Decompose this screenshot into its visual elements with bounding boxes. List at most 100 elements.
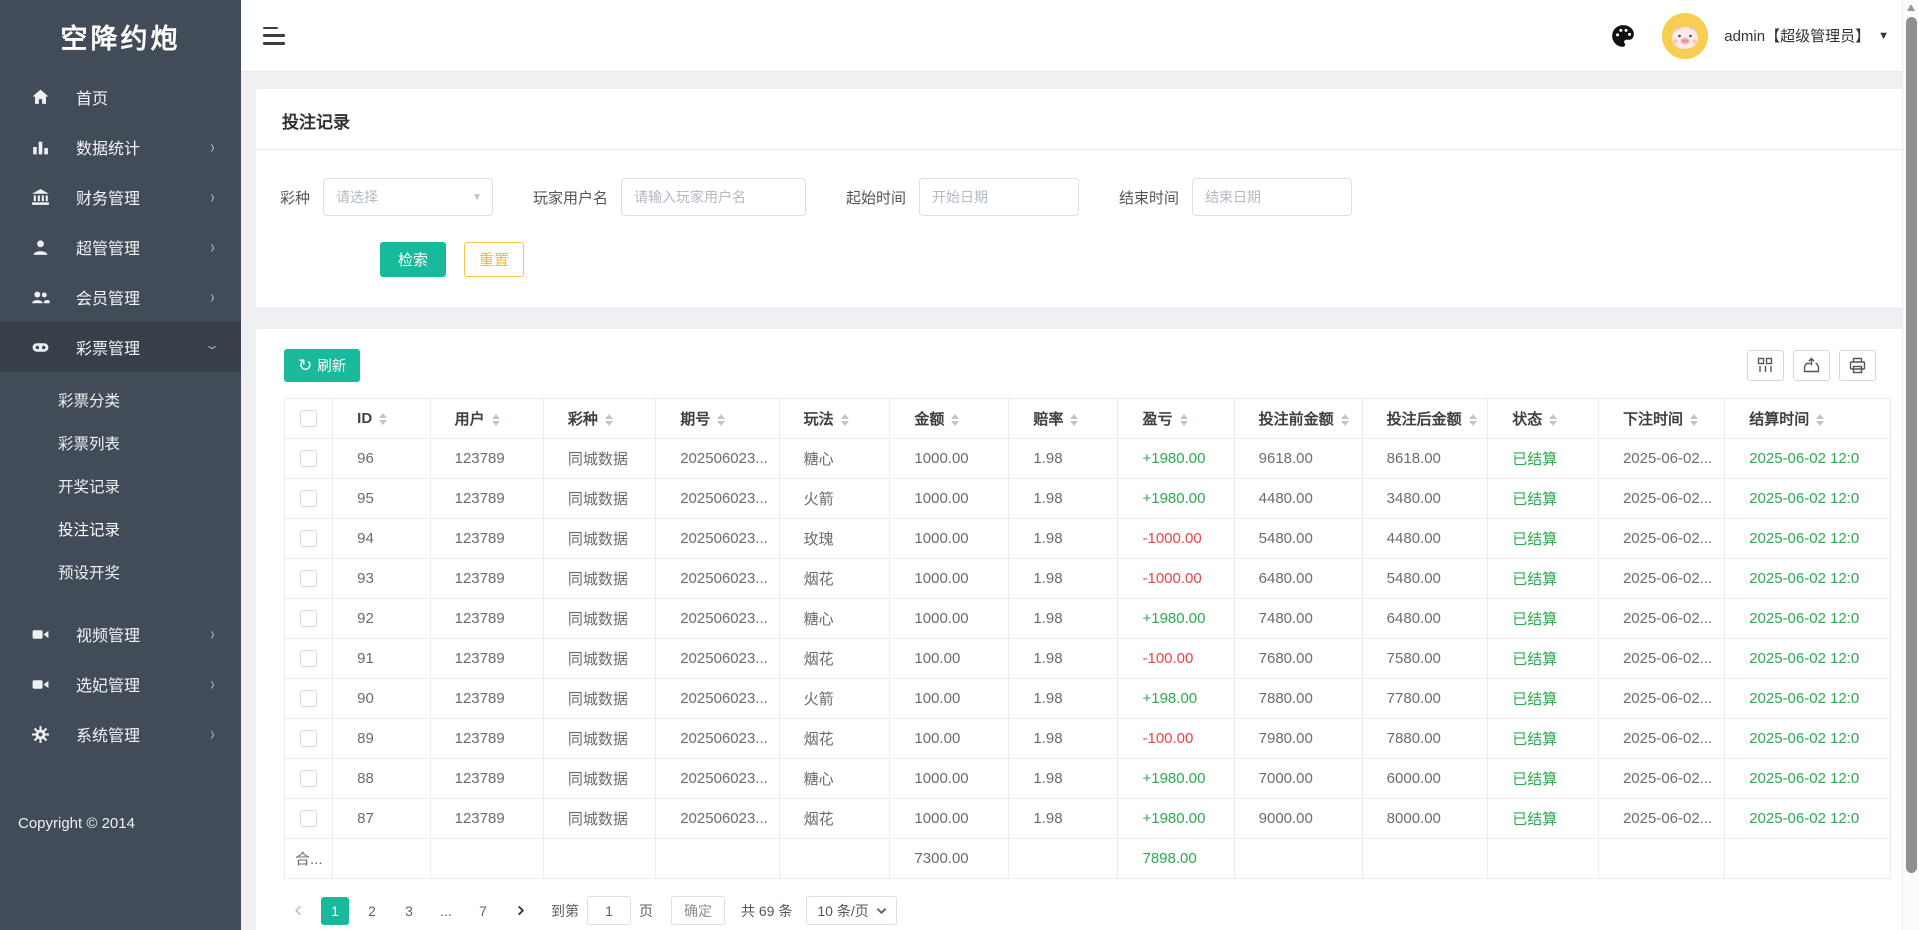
sidebar-item-首页[interactable]: 首页 bbox=[0, 72, 241, 122]
sort-icon[interactable] bbox=[840, 413, 849, 427]
cell-status: 已结算 bbox=[1487, 718, 1599, 759]
cell-odds: 1.98 bbox=[1008, 758, 1119, 799]
columns-toggle-button[interactable] bbox=[1747, 350, 1784, 381]
refresh-button[interactable]: ↻ 刷新 bbox=[284, 349, 361, 382]
column-header-用户[interactable]: 用户 bbox=[430, 398, 544, 439]
column-header-ID[interactable]: ID bbox=[332, 398, 431, 439]
cell-profit: +1980.00 bbox=[1117, 438, 1235, 479]
sidebar-item-彩票管理[interactable]: 彩票管理 › bbox=[0, 322, 241, 372]
menu-toggle-icon[interactable] bbox=[263, 26, 287, 45]
page-button-3[interactable]: 3 bbox=[395, 896, 423, 925]
row-checkbox[interactable] bbox=[300, 690, 318, 708]
cell-status: 已结算 bbox=[1487, 478, 1599, 519]
cell-profit: -1000.00 bbox=[1117, 558, 1235, 599]
search-button[interactable]: 检索 bbox=[380, 242, 446, 277]
goto-confirm-button[interactable]: 确定 bbox=[671, 896, 725, 925]
sort-icon[interactable] bbox=[951, 413, 960, 427]
sidebar-item-数据统计[interactable]: 数据统计 › bbox=[0, 122, 241, 172]
scroll-up-arrow-icon[interactable] bbox=[1907, 4, 1915, 11]
column-header-投注前金额[interactable]: 投注前金额 bbox=[1234, 398, 1363, 439]
sidebar-item-视频管理[interactable]: 视频管理 › bbox=[0, 609, 241, 659]
cell-amount: 1000.00 bbox=[889, 518, 1010, 559]
filter-row: 彩种 请选择 ▼ 玩家用户名 起始时间 bbox=[256, 150, 1904, 216]
start-date-input[interactable] bbox=[919, 178, 1080, 216]
sort-icon[interactable] bbox=[491, 413, 500, 427]
cell-settle_time: 2025-06-02 12:0 bbox=[1724, 758, 1891, 799]
column-header-结算时间[interactable]: 结算时间 bbox=[1724, 398, 1891, 439]
sort-icon[interactable] bbox=[1549, 413, 1558, 427]
cell-id: 91 bbox=[332, 638, 431, 679]
sort-icon[interactable] bbox=[1468, 413, 1477, 427]
table-row-87: 87 123789 同城数据 202506023... 烟花 1000.00 1.98 +19… bbox=[284, 798, 1891, 839]
scrollbar-thumb[interactable] bbox=[1905, 17, 1917, 873]
column-header-彩种[interactable]: 彩种 bbox=[543, 398, 657, 439]
column-header-盈亏[interactable]: 盈亏 bbox=[1117, 398, 1235, 439]
sidebar-item-选妃管理[interactable]: 选妃管理 › bbox=[0, 659, 241, 709]
column-header-下注时间[interactable]: 下注时间 bbox=[1598, 398, 1726, 439]
theme-palette-icon[interactable] bbox=[1610, 23, 1636, 49]
select-all-checkbox[interactable] bbox=[300, 410, 318, 428]
sort-icon[interactable] bbox=[379, 412, 388, 426]
total-label: 合... bbox=[284, 838, 334, 879]
username-input[interactable] bbox=[621, 178, 807, 216]
sidebar-subitem-开奖记录[interactable]: 开奖记录 bbox=[0, 466, 241, 509]
row-checkbox[interactable] bbox=[300, 570, 318, 588]
end-date-input[interactable] bbox=[1192, 178, 1353, 216]
user-menu[interactable]: admin【超级管理员】 ▼ bbox=[1724, 25, 1889, 46]
row-checkbox[interactable] bbox=[300, 490, 318, 508]
sidebar-item-系统管理[interactable]: 系统管理 › bbox=[0, 709, 241, 759]
sidebar-subitem-投注记录[interactable]: 投注记录 bbox=[0, 509, 241, 552]
column-header-金额[interactable]: 金额 bbox=[889, 398, 1010, 439]
export-button[interactable] bbox=[1793, 350, 1830, 381]
sidebar-item-超管管理[interactable]: 超管管理 › bbox=[0, 222, 241, 272]
page-scrollbar[interactable] bbox=[1902, 0, 1919, 930]
export-icon bbox=[1803, 357, 1820, 373]
sort-icon[interactable] bbox=[1070, 413, 1079, 427]
next-page-button[interactable] bbox=[506, 896, 534, 925]
sort-icon[interactable] bbox=[1689, 413, 1698, 427]
cell-lottery: 同城数据 bbox=[543, 598, 657, 639]
row-checkbox[interactable] bbox=[300, 730, 318, 748]
row-checkbox[interactable] bbox=[300, 650, 318, 668]
page-size-select[interactable]: 10 条/页 bbox=[806, 896, 897, 925]
sidebar-subitem-预设开奖[interactable]: 预设开奖 bbox=[0, 552, 241, 595]
goto-page-input[interactable] bbox=[587, 896, 631, 925]
row-checkbox[interactable] bbox=[300, 450, 318, 468]
row-checkbox[interactable] bbox=[300, 610, 318, 628]
total-empty-cell bbox=[1487, 838, 1599, 879]
sidebar-subitem-彩票列表[interactable]: 彩票列表 bbox=[0, 423, 241, 466]
column-header-期号[interactable]: 期号 bbox=[655, 398, 780, 439]
sort-icon[interactable] bbox=[1816, 413, 1825, 427]
column-header-状态[interactable]: 状态 bbox=[1487, 398, 1599, 439]
sort-icon[interactable] bbox=[1340, 413, 1349, 427]
page-button-7[interactable]: 7 bbox=[469, 896, 497, 925]
cell-amount: 100.00 bbox=[889, 718, 1010, 759]
sidebar-item-会员管理[interactable]: 会员管理 › bbox=[0, 272, 241, 322]
reset-button[interactable]: 重置 bbox=[464, 242, 524, 277]
prev-page-button[interactable] bbox=[284, 896, 312, 925]
cell-bet_time: 2025-06-02... bbox=[1598, 718, 1726, 759]
row-checkbox[interactable] bbox=[300, 530, 318, 548]
sidebar-item-财务管理[interactable]: 财务管理 › bbox=[0, 172, 241, 222]
cell-settle_time: 2025-06-02 12:0 bbox=[1724, 438, 1891, 479]
column-header-玩法[interactable]: 玩法 bbox=[779, 398, 891, 439]
row-checkbox[interactable] bbox=[300, 810, 318, 828]
user-avatar[interactable] bbox=[1662, 12, 1709, 59]
lottery-select[interactable]: 请选择 ▼ bbox=[323, 178, 494, 216]
app: 空降约炮 首页 数据统计 › 财务管理 › 超管管理 › 会员管理 › 彩票管理 › 彩票分类 彩票列表… bbox=[0, 0, 1919, 930]
sidebar-subitem-彩票分类[interactable]: 彩票分类 bbox=[0, 380, 241, 423]
sort-icon[interactable] bbox=[717, 413, 726, 427]
pagination: 123... 7 到第 页 确定 共 69 条 10 条/页 bbox=[284, 896, 1904, 925]
page-button-2[interactable]: 2 bbox=[358, 896, 386, 925]
cell-bet_time: 2025-06-02... bbox=[1598, 478, 1726, 519]
sort-icon[interactable] bbox=[604, 413, 613, 427]
row-checkbox[interactable] bbox=[300, 770, 318, 788]
filter-buttons: 检索 重置 bbox=[256, 216, 1904, 307]
column-header-投注后金额[interactable]: 投注后金额 bbox=[1362, 398, 1489, 439]
cell-settle_time: 2025-06-02 12:0 bbox=[1724, 718, 1891, 759]
sort-icon[interactable] bbox=[1179, 413, 1188, 427]
print-button[interactable] bbox=[1839, 350, 1876, 381]
column-header-赔率[interactable]: 赔率 bbox=[1008, 398, 1119, 439]
cell-user: 123789 bbox=[430, 438, 544, 479]
page-button-1[interactable]: 1 bbox=[321, 896, 349, 925]
